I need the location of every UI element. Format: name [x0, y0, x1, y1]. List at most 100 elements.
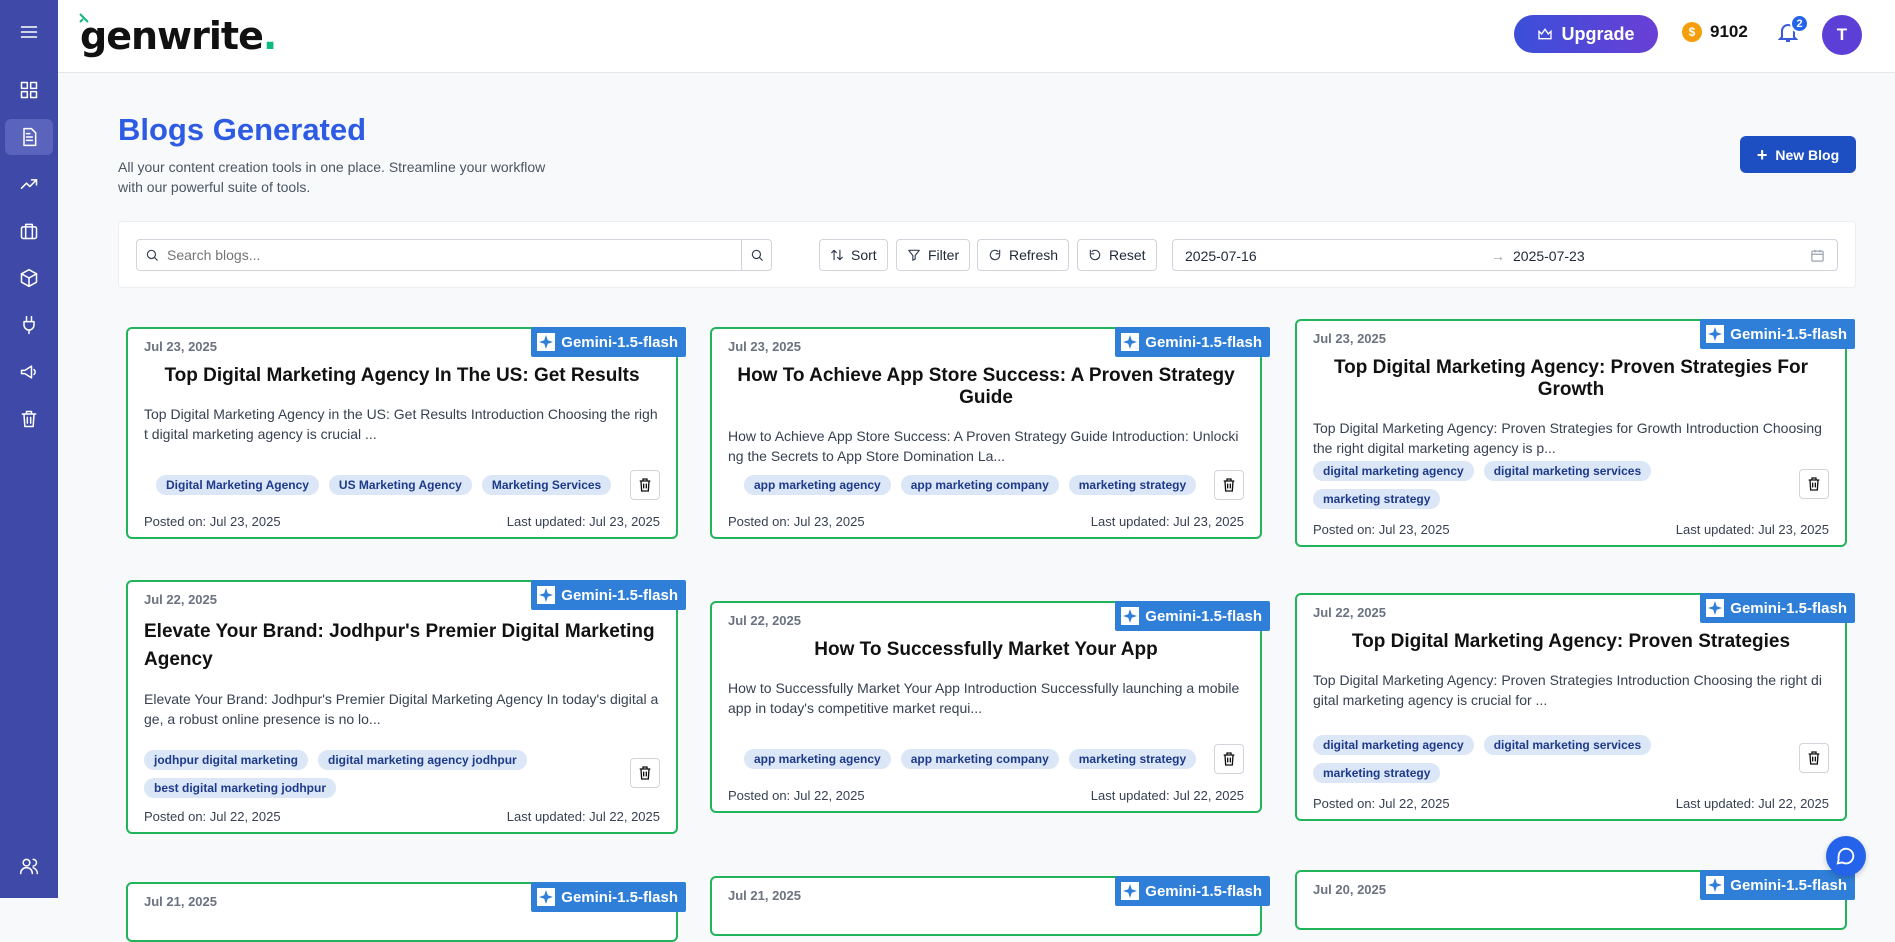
- card-excerpt: Elevate Your Brand: Jodhpur's Premier Di…: [144, 691, 659, 727]
- credits-display[interactable]: $ 9102: [1682, 22, 1748, 42]
- delete-button[interactable]: [1799, 743, 1829, 773]
- upgrade-button[interactable]: Upgrade: [1514, 15, 1658, 53]
- blog-card[interactable]: Jul 21, 2025 Gemini-1.5-flash: [126, 882, 686, 942]
- blog-card[interactable]: Jul 22, 2025 Gemini-1.5-flash Elevate Yo…: [126, 580, 686, 834]
- filter-button[interactable]: Filter: [896, 239, 971, 271]
- sparkle-icon: [1123, 335, 1138, 349]
- filter-icon: [908, 249, 920, 261]
- posted-date: Posted on: Jul 23, 2025: [1313, 522, 1450, 537]
- reset-button[interactable]: Reset: [1077, 239, 1157, 271]
- tag-list: digital marketing agency digital marketi…: [1313, 735, 1713, 783]
- blog-card[interactable]: Jul 22, 2025 Gemini-1.5-flash Top Digita…: [1295, 593, 1855, 821]
- plug-icon: [23, 315, 35, 335]
- search-submit-button[interactable]: [741, 240, 771, 270]
- tag[interactable]: digital marketing agency jodhpur: [318, 750, 527, 770]
- date-end[interactable]: 2025-07-23: [1513, 248, 1585, 264]
- tag[interactable]: digital marketing services: [1483, 461, 1652, 481]
- posted-date: Posted on: Jul 22, 2025: [1313, 796, 1450, 811]
- date-range-picker[interactable]: 2025-07-16 → 2025-07-23: [1172, 239, 1838, 271]
- tag-list: jodhpur digital marketing digital market…: [144, 750, 584, 798]
- sidebar-item-announcements[interactable]: [5, 354, 53, 390]
- chat-icon: [1836, 847, 1855, 865]
- card-excerpt: Top Digital Marketing Agency: Proven Str…: [1313, 672, 1822, 708]
- model-badge: Gemini-1.5-flash: [1115, 601, 1270, 631]
- search-input[interactable]: [167, 247, 741, 263]
- avatar[interactable]: T: [1822, 15, 1862, 55]
- tag[interactable]: US Marketing Agency: [328, 475, 472, 495]
- blog-card[interactable]: Jul 21, 2025 Gemini-1.5-flash: [710, 876, 1270, 936]
- notifications-button[interactable]: 2: [1776, 14, 1809, 48]
- tag[interactable]: marketing strategy: [1068, 749, 1197, 769]
- sidebar-item-blogs[interactable]: [5, 119, 53, 155]
- tag[interactable]: marketing strategy: [1068, 475, 1197, 495]
- card-footer: Posted on: Jul 23, 2025 Last updated: Jul…: [1313, 522, 1829, 537]
- sidebar-item-jobs[interactable]: [5, 213, 53, 249]
- blog-card[interactable]: Jul 23, 2025 Gemini-1.5-flash How To Ach…: [710, 327, 1270, 539]
- blog-card[interactable]: Jul 22, 2025 Gemini-1.5-flash How To Suc…: [710, 601, 1270, 813]
- card-title[interactable]: How To Achieve App Store Success: A Prov…: [712, 365, 1260, 409]
- menu-button[interactable]: [5, 14, 53, 50]
- card-date: Jul 21, 2025: [728, 888, 801, 903]
- sparkle-icon: [1123, 884, 1138, 898]
- sidebar-item-analytics[interactable]: [5, 166, 53, 202]
- card-title[interactable]: How To Successfully Market Your App: [712, 639, 1260, 661]
- tag[interactable]: digital marketing agency: [1313, 461, 1474, 481]
- trash-icon: [639, 478, 651, 492]
- tag[interactable]: marketing strategy: [1313, 489, 1441, 509]
- delete-button[interactable]: [1214, 470, 1244, 500]
- card-excerpt: How to Successfully Market Your App Intr…: [728, 680, 1240, 716]
- credits-count: 9102: [1710, 22, 1748, 41]
- crown-icon: [1538, 28, 1553, 40]
- delete-button[interactable]: [1214, 744, 1244, 774]
- tag[interactable]: jodhpur digital marketing: [144, 750, 309, 770]
- model-badge: Gemini-1.5-flash: [531, 327, 686, 357]
- delete-button[interactable]: [1799, 469, 1829, 499]
- tag[interactable]: app marketing company: [900, 749, 1059, 769]
- sidebar-item-trash[interactable]: [5, 401, 53, 437]
- trash-icon: [1808, 751, 1820, 765]
- tag[interactable]: Digital Marketing Agency: [156, 475, 319, 495]
- blog-card[interactable]: Jul 23, 2025 Gemini-1.5-flash Top Digita…: [126, 327, 686, 539]
- card-title[interactable]: Top Digital Marketing Agency In The US: …: [128, 365, 676, 387]
- support-chat-button[interactable]: [1826, 836, 1866, 876]
- tag[interactable]: best digital marketing jodhpur: [144, 778, 337, 798]
- date-start[interactable]: 2025-07-16: [1185, 248, 1257, 264]
- tag[interactable]: digital marketing agency: [1313, 735, 1474, 755]
- tag[interactable]: Marketing Services: [481, 475, 612, 495]
- model-name: Gemini-1.5-flash: [1145, 882, 1262, 900]
- delete-button[interactable]: [630, 470, 660, 500]
- card-date: Jul 22, 2025: [728, 613, 801, 628]
- model-name: Gemini-1.5-flash: [1145, 333, 1262, 351]
- updated-date: Last updated: Jul 22, 2025: [1090, 788, 1244, 803]
- sidebar-item-tools[interactable]: [5, 260, 53, 296]
- model-badge: Gemini-1.5-flash: [1700, 319, 1855, 349]
- tag[interactable]: marketing strategy: [1313, 763, 1441, 783]
- blog-card[interactable]: Jul 23, 2025 Gemini-1.5-flash Top Digita…: [1295, 319, 1855, 547]
- tag[interactable]: digital marketing services: [1483, 735, 1652, 755]
- tag[interactable]: app marketing company: [900, 475, 1059, 495]
- brand-logo[interactable]: genwrite.: [79, 13, 277, 58]
- tag[interactable]: app marketing agency: [744, 475, 891, 495]
- tag[interactable]: app marketing agency: [744, 749, 891, 769]
- sidebar-item-integrations[interactable]: [5, 307, 53, 343]
- model-name: Gemini-1.5-flash: [561, 586, 678, 604]
- card-date: Jul 23, 2025: [728, 339, 801, 354]
- card-date: Jul 20, 2025: [1313, 882, 1386, 897]
- card-title[interactable]: Top Digital Marketing Agency: Proven Str…: [1297, 357, 1845, 401]
- top-header: genwrite. Upgrade $ 9102 2 T: [58, 0, 1895, 73]
- card-title[interactable]: Top Digital Marketing Agency: Proven Str…: [1297, 631, 1845, 653]
- blog-card[interactable]: Jul 20, 2025 Gemini-1.5-flash: [1295, 870, 1855, 930]
- blog-icon: [23, 127, 37, 147]
- sort-button[interactable]: Sort: [819, 239, 888, 271]
- card-title[interactable]: Elevate Your Brand: Jodhpur's Premier Di…: [128, 618, 676, 674]
- card-excerpt: How to Achieve App Store Success: A Prov…: [728, 428, 1239, 464]
- posted-date: Posted on: Jul 23, 2025: [728, 514, 865, 529]
- model-name: Gemini-1.5-flash: [1730, 599, 1847, 617]
- sidebar-item-profile[interactable]: [5, 848, 53, 884]
- updated-date: Last updated: Jul 22, 2025: [1675, 796, 1829, 811]
- sidebar-item-dashboard[interactable]: [5, 72, 53, 108]
- date-arrow-icon: →: [1491, 248, 1505, 264]
- new-blog-button[interactable]: + New Blog: [1740, 136, 1856, 173]
- refresh-button[interactable]: Refresh: [977, 239, 1070, 271]
- delete-button[interactable]: [630, 758, 660, 788]
